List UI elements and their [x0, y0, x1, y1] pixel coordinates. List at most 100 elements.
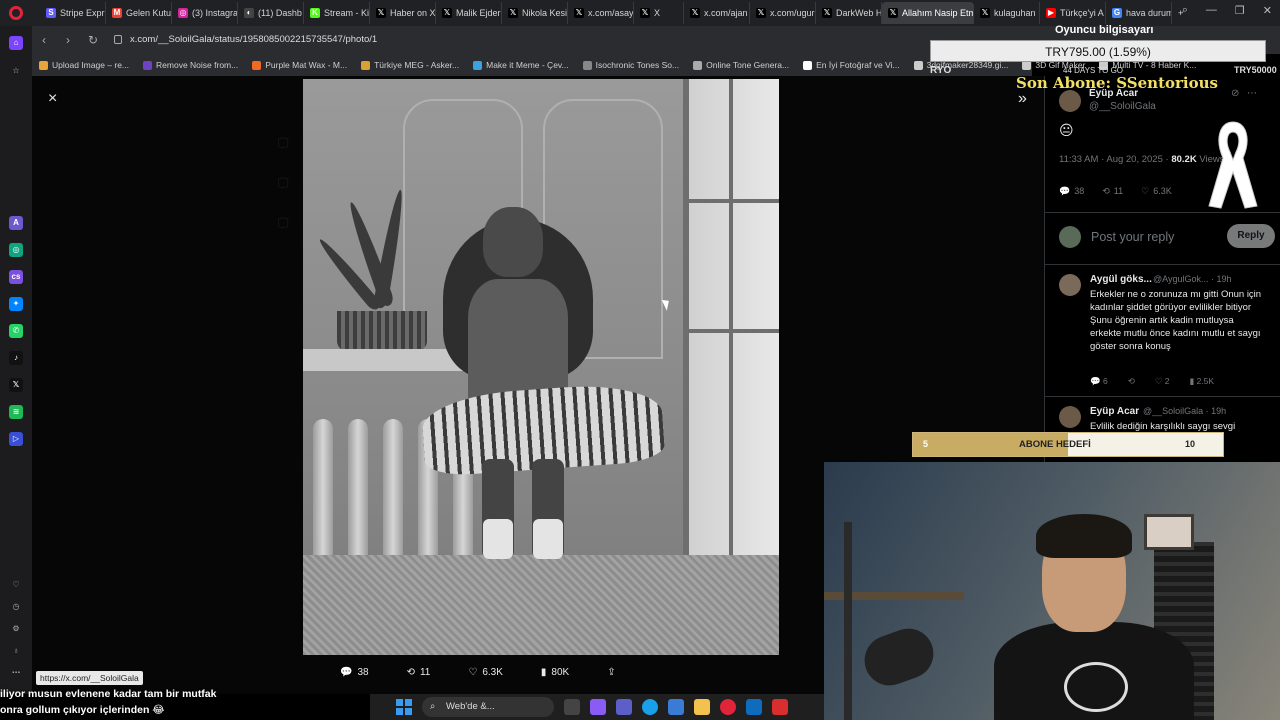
wall-frame — [1144, 514, 1194, 550]
tweet-stat-count: 38 — [1074, 186, 1085, 196]
tab-favicon-icon: 𝕏 — [690, 8, 700, 18]
bookmark-item[interactable]: Upload Image – re... — [32, 60, 136, 70]
browser-tab[interactable]: M Gelen Kutu — [106, 2, 172, 24]
bookmark-item[interactable]: Purple Mat Wax - M... — [245, 60, 354, 70]
subscriber-goal-max: 10 — [1184, 439, 1195, 449]
views-count: 80K — [551, 666, 570, 678]
opera-icon[interactable] — [720, 699, 736, 715]
bookmark-favicon-icon — [39, 60, 48, 70]
tiktok-icon[interactable]: ♪ — [9, 351, 23, 365]
more-icon[interactable]: ⋯ — [9, 666, 23, 680]
spotify-icon[interactable]: ≋ — [9, 405, 23, 419]
reply-button[interactable]: Reply — [1227, 224, 1275, 248]
bookmark-item[interactable]: Online Tone Genera... — [686, 60, 796, 70]
reply-avatar[interactable] — [1059, 406, 1081, 428]
task-view-icon[interactable] — [564, 699, 580, 715]
chatgpt-icon[interactable]: ◎ — [9, 243, 23, 257]
tab-label: (3) Instagra — [192, 8, 238, 18]
reply-handle[interactable]: @AygulGok... · 19h — [1153, 274, 1232, 284]
edge-icon[interactable] — [642, 699, 658, 715]
search-icon[interactable]: ⌕ — [1182, 4, 1188, 17]
bookmark-item[interactable]: Make it Meme - Çev... — [466, 60, 576, 70]
app-icon[interactable] — [772, 699, 788, 715]
grok-icon[interactable]: ⊘ — [1231, 88, 1239, 99]
avatar[interactable] — [1059, 90, 1081, 112]
bookmark-item[interactable]: En İyi Fotoğraf ve Vi... — [796, 60, 906, 70]
browser-tab[interactable]: 𝕏 Allahım Nasip Etme — [882, 2, 974, 24]
browser-tab[interactable]: K Stream - Ki — [304, 2, 370, 24]
tweet-photo[interactable] — [303, 79, 779, 655]
copilot-icon[interactable] — [590, 699, 606, 715]
tweet-stat[interactable]: 💬 38 — [1059, 186, 1084, 197]
aria-icon[interactable]: A — [9, 216, 23, 230]
share-action[interactable]: ⇪ — [607, 662, 620, 682]
tweet-stat[interactable]: ⟲ 11 — [1102, 186, 1123, 197]
tab-favicon-icon: 𝕏 — [822, 8, 832, 18]
bookmark-item[interactable]: Türkiye MEG - Asker... — [354, 60, 466, 70]
browser-tab[interactable]: 𝕏 Malik Ejder — [436, 2, 502, 24]
forward-icon[interactable]: › — [66, 33, 70, 47]
tweet-stat-icon: 💬 — [1059, 186, 1071, 196]
x-icon[interactable]: 𝕏 — [9, 378, 23, 392]
more-options-icon[interactable]: ⋯ — [1247, 88, 1257, 99]
browser-tab[interactable]: 𝕏x.com/ajan — [684, 2, 750, 24]
minimize-icon[interactable]: — — [1206, 4, 1217, 17]
browser-tab[interactable]: ◐ (11) Dashb — [238, 2, 304, 24]
bookmark-label: Remove Noise from... — [156, 60, 239, 70]
browser-tab[interactable]: 𝕏 Nikola Kesi — [502, 2, 568, 24]
reply-avatar[interactable] — [1059, 274, 1081, 296]
heart-icon[interactable]: ♡ — [9, 578, 23, 592]
like-count[interactable]: ♡ 2 — [1155, 376, 1170, 387]
browser-tab[interactable]: Ghava durum — [1106, 2, 1172, 24]
reply-input[interactable]: Post your reply — [1091, 230, 1174, 244]
repost-action[interactable]: ⟲ 11 — [407, 662, 431, 682]
opera-logo-icon[interactable] — [9, 6, 23, 20]
tweet-stat[interactable]: ♡ 6.3K — [1141, 186, 1172, 197]
like-action[interactable]: ♡ 6.3K — [468, 662, 503, 682]
history-icon[interactable]: ◷ — [9, 600, 23, 614]
outlook-icon[interactable] — [746, 699, 762, 715]
back-icon[interactable]: ‹ — [42, 33, 46, 47]
cs-icon[interactable]: cs — [9, 270, 23, 284]
bulb-icon[interactable]: ♁ — [9, 644, 23, 658]
browser-tab[interactable]: 𝕏kulaguhan — [974, 2, 1040, 24]
browser-tab[interactable]: 𝕏 Haber on X — [370, 2, 436, 24]
close-viewer-button[interactable]: × — [48, 90, 57, 108]
browser-tab[interactable]: 𝕏x.com/asay — [568, 2, 634, 24]
windows-start-icon[interactable] — [396, 699, 412, 715]
browser-tab[interactable]: 𝕏X — [634, 2, 684, 24]
whatsapp-icon[interactable]: ✆ — [9, 324, 23, 338]
reload-icon[interactable]: ↻ — [88, 33, 98, 47]
browser-tab[interactable]: 𝕏 DarkWeb H — [816, 2, 882, 24]
browser-tab[interactable]: 𝕏x.com/ugur — [750, 2, 816, 24]
explorer-icon[interactable] — [694, 699, 710, 715]
expand-panel-button[interactable]: » — [1018, 90, 1027, 108]
reply-handle[interactable]: @__SoloilGala · 19h — [1143, 406, 1226, 416]
url-field[interactable]: x.com/__SoloilGala/status/19580850022157… — [114, 31, 926, 49]
close-icon[interactable]: ✕ — [1263, 4, 1272, 17]
teams-icon[interactable] — [616, 699, 632, 715]
reply-count[interactable]: 💬 6 — [1090, 376, 1108, 387]
store-icon[interactable] — [668, 699, 684, 715]
tab-favicon-icon: S — [46, 8, 56, 18]
player-icon[interactable]: ▷ — [9, 432, 23, 446]
browser-tab[interactable]: S Stripe Expr — [40, 2, 106, 24]
bookmark-item[interactable]: Isochronic Tones So... — [576, 60, 686, 70]
repost-count[interactable]: ⟲ — [1128, 376, 1135, 387]
taskbar-search[interactable]: ⌕ Web'de &... — [422, 697, 554, 717]
views-action[interactable]: ▮ 80K — [541, 662, 569, 682]
browser-tab[interactable]: ▶ Türkçe'yi A — [1040, 2, 1106, 24]
maximize-icon[interactable]: ❐ — [1235, 4, 1245, 17]
bookmark-item[interactable]: Remove Noise from... — [136, 60, 245, 70]
reply-action[interactable]: 💬 38 — [340, 662, 369, 682]
messenger-icon[interactable]: ✦ — [9, 297, 23, 311]
reply-author[interactable]: Aygül göks... — [1090, 274, 1152, 285]
tweet-handle[interactable]: @__SoloilGala — [1089, 101, 1156, 112]
browser-tab[interactable]: ◎ (3) Instagra — [172, 2, 238, 24]
home-icon[interactable]: ⌂ — [9, 36, 23, 50]
settings-icon[interactable]: ⚙ — [9, 622, 23, 636]
view-count[interactable]: ▮ 2.5K — [1190, 376, 1215, 387]
star-icon[interactable]: ☆ — [9, 64, 23, 78]
reply-author[interactable]: Eyüp Acar — [1090, 406, 1139, 417]
subscriber-goal-label: ABONE HEDEFİ — [1019, 439, 1091, 450]
